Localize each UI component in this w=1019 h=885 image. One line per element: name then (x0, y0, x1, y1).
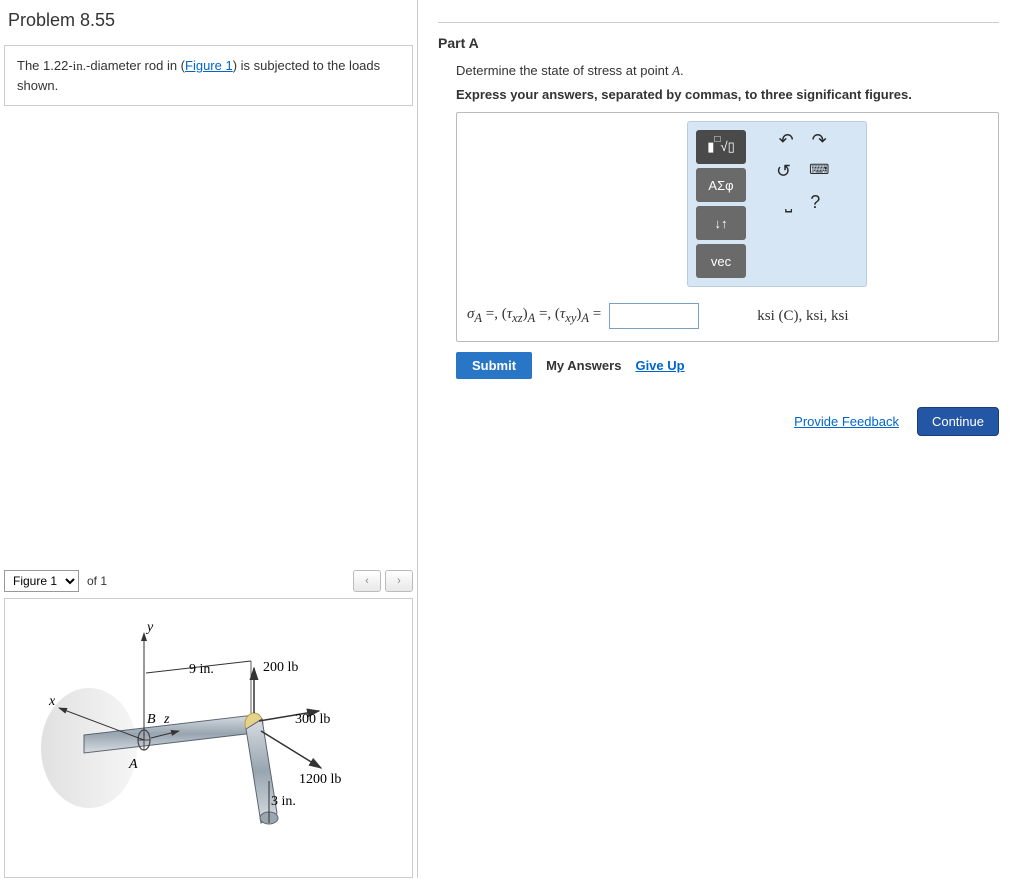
svg-text:1200 lb: 1200 lb (299, 772, 341, 787)
undo-icon[interactable]: ↶ (779, 130, 794, 151)
problem-statement: The 1.22-in.-diameter rod in (Figure 1) … (4, 45, 413, 106)
svg-text:300 lb: 300 lb (295, 712, 330, 727)
figure-count: of 1 (83, 574, 111, 588)
tool-subscript-button[interactable]: ↓↑ (696, 206, 746, 240)
my-answers-label: My Answers (546, 358, 621, 373)
text: The 1.22- (17, 58, 73, 73)
svg-text:9 in.: 9 in. (189, 662, 214, 677)
svg-text:A: A (128, 757, 138, 772)
tool-fraction-button[interactable]: ▮□√▯ (696, 130, 746, 164)
tool-vector-button[interactable]: vec (696, 244, 746, 278)
figure-prev-button[interactable]: ‹ (353, 570, 381, 592)
keyboard-icon[interactable]: ⌨ (809, 161, 829, 182)
more-icon[interactable]: ⎵ (785, 192, 792, 213)
answer-units: ksi (C), ksi, ksi (757, 308, 848, 325)
svg-text:y: y (145, 620, 154, 635)
svg-text:3 in.: 3 in. (271, 794, 296, 809)
svg-text:z: z (163, 712, 170, 727)
answer-equation-row: σA =, (τxz)A =, (τxy)A = ksi (C), ksi, k… (467, 303, 988, 329)
submit-button[interactable]: Submit (456, 352, 532, 379)
figure-selector[interactable]: Figure 1 (4, 570, 79, 592)
reset-icon[interactable]: ↺ (776, 161, 791, 182)
answer-area: ▮□√▯ ΑΣφ ↓↑ vec ↶ ↷ ↺ ⌨ ⎵ (456, 112, 999, 342)
figure-container: y x z B A 9 in. 3 in. 200 lb 300 lb 1200… (4, 598, 413, 878)
figure-next-button[interactable]: › (385, 570, 413, 592)
equation-toolbar: ▮□√▯ ΑΣφ ↓↑ vec ↶ ↷ ↺ ⌨ ⎵ (687, 121, 867, 287)
svg-text:B: B (147, 712, 156, 727)
text: -diameter rod in ( (86, 58, 185, 73)
part-a-description: Determine the state of stress at point A… (456, 63, 999, 79)
figure-link[interactable]: Figure 1 (185, 58, 233, 73)
give-up-link[interactable]: Give Up (635, 358, 684, 373)
figure-header: Figure 1 of 1 ‹ › (4, 566, 413, 598)
svg-text:x: x (48, 694, 56, 709)
provide-feedback-link[interactable]: Provide Feedback (794, 414, 899, 429)
answer-input[interactable] (609, 303, 699, 329)
text: in. (73, 58, 86, 73)
redo-icon[interactable]: ↷ (812, 130, 827, 151)
continue-button[interactable]: Continue (917, 407, 999, 436)
part-a-title: Part A (438, 35, 999, 51)
tool-greek-button[interactable]: ΑΣφ (696, 168, 746, 202)
part-a-instructions: Express your answers, separated by comma… (456, 87, 999, 102)
problem-title: Problem 8.55 (0, 0, 417, 45)
equation-label: σA =, (τxz)A =, (τxy)A = (467, 306, 601, 326)
figure-diagram: y x z B A 9 in. 3 in. 200 lb 300 lb 1200… (29, 613, 389, 863)
svg-text:200 lb: 200 lb (263, 660, 298, 675)
help-icon[interactable]: ? (810, 192, 820, 213)
